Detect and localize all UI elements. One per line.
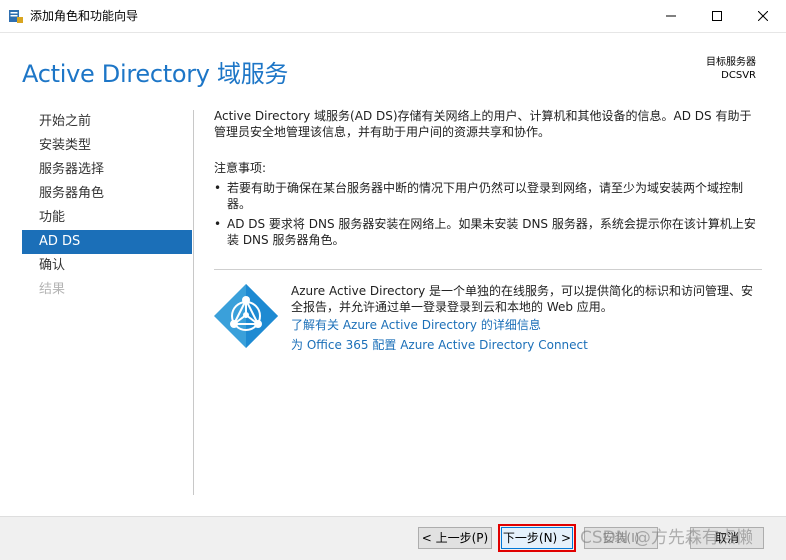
note-item: 若要有助于确保在某台服务器中断的情况下用户仍然可以登录到网络，请至少为域安装两个… (214, 180, 762, 212)
azure-description: Azure Active Directory 是一个单独的在线服务，可以提供简化… (291, 284, 754, 314)
close-button[interactable] (740, 0, 786, 32)
minimize-button[interactable] (648, 0, 694, 32)
install-button: 安装(I) (584, 527, 658, 549)
note-item: AD DS 要求将 DNS 服务器安装在网络上。如果未安装 DNS 服务器，系统… (214, 216, 762, 248)
server-manager-icon (8, 8, 24, 24)
nav-item-server-selection[interactable]: 服务器选择 (22, 158, 192, 182)
maximize-button[interactable] (694, 0, 740, 32)
window-title: 添加角色和功能向导 (30, 9, 139, 23)
section-divider (214, 269, 762, 270)
previous-button[interactable]: < 上一步(P) (418, 527, 492, 549)
intro-text: Active Directory 域服务(AD DS)存储有关网络上的用户、计算… (214, 109, 752, 139)
wizard-steps-nav: 开始之前 安装类型 服务器选择 服务器角色 功能 AD DS 确认 结果 (22, 110, 192, 302)
title-bar: 添加角色和功能向导 (0, 0, 786, 33)
notes-title: 注意事项: (214, 161, 267, 175)
learn-azure-ad-link[interactable]: 了解有关 Azure Active Directory 的详细信息 (291, 317, 541, 333)
main-content: Active Directory 域服务(AD DS)存储有关网络上的用户、计算… (214, 108, 762, 248)
configure-azure-ad-connect-link[interactable]: 为 Office 365 配置 Azure Active Directory C… (291, 337, 588, 353)
nav-item-installation-type[interactable]: 安装类型 (22, 134, 192, 158)
next-button[interactable]: 下一步(N) > (498, 524, 576, 552)
nav-item-ad-ds[interactable]: AD DS (22, 230, 192, 254)
nav-item-confirmation[interactable]: 确认 (22, 254, 192, 278)
azure-active-directory-icon (214, 284, 278, 348)
target-server-label: 目标服务器 (706, 57, 756, 68)
nav-item-features[interactable]: 功能 (22, 206, 192, 230)
nav-divider (193, 110, 194, 495)
footer-bar (0, 517, 786, 560)
nav-item-before-you-begin[interactable]: 开始之前 (22, 110, 192, 134)
nav-item-server-roles[interactable]: 服务器角色 (22, 182, 192, 206)
nav-item-results: 结果 (39, 282, 66, 297)
page-title: Active Directory 域服务 (22, 60, 289, 88)
target-server-name: DCSVR (721, 70, 756, 81)
cancel-button[interactable]: 取消 (690, 527, 764, 549)
